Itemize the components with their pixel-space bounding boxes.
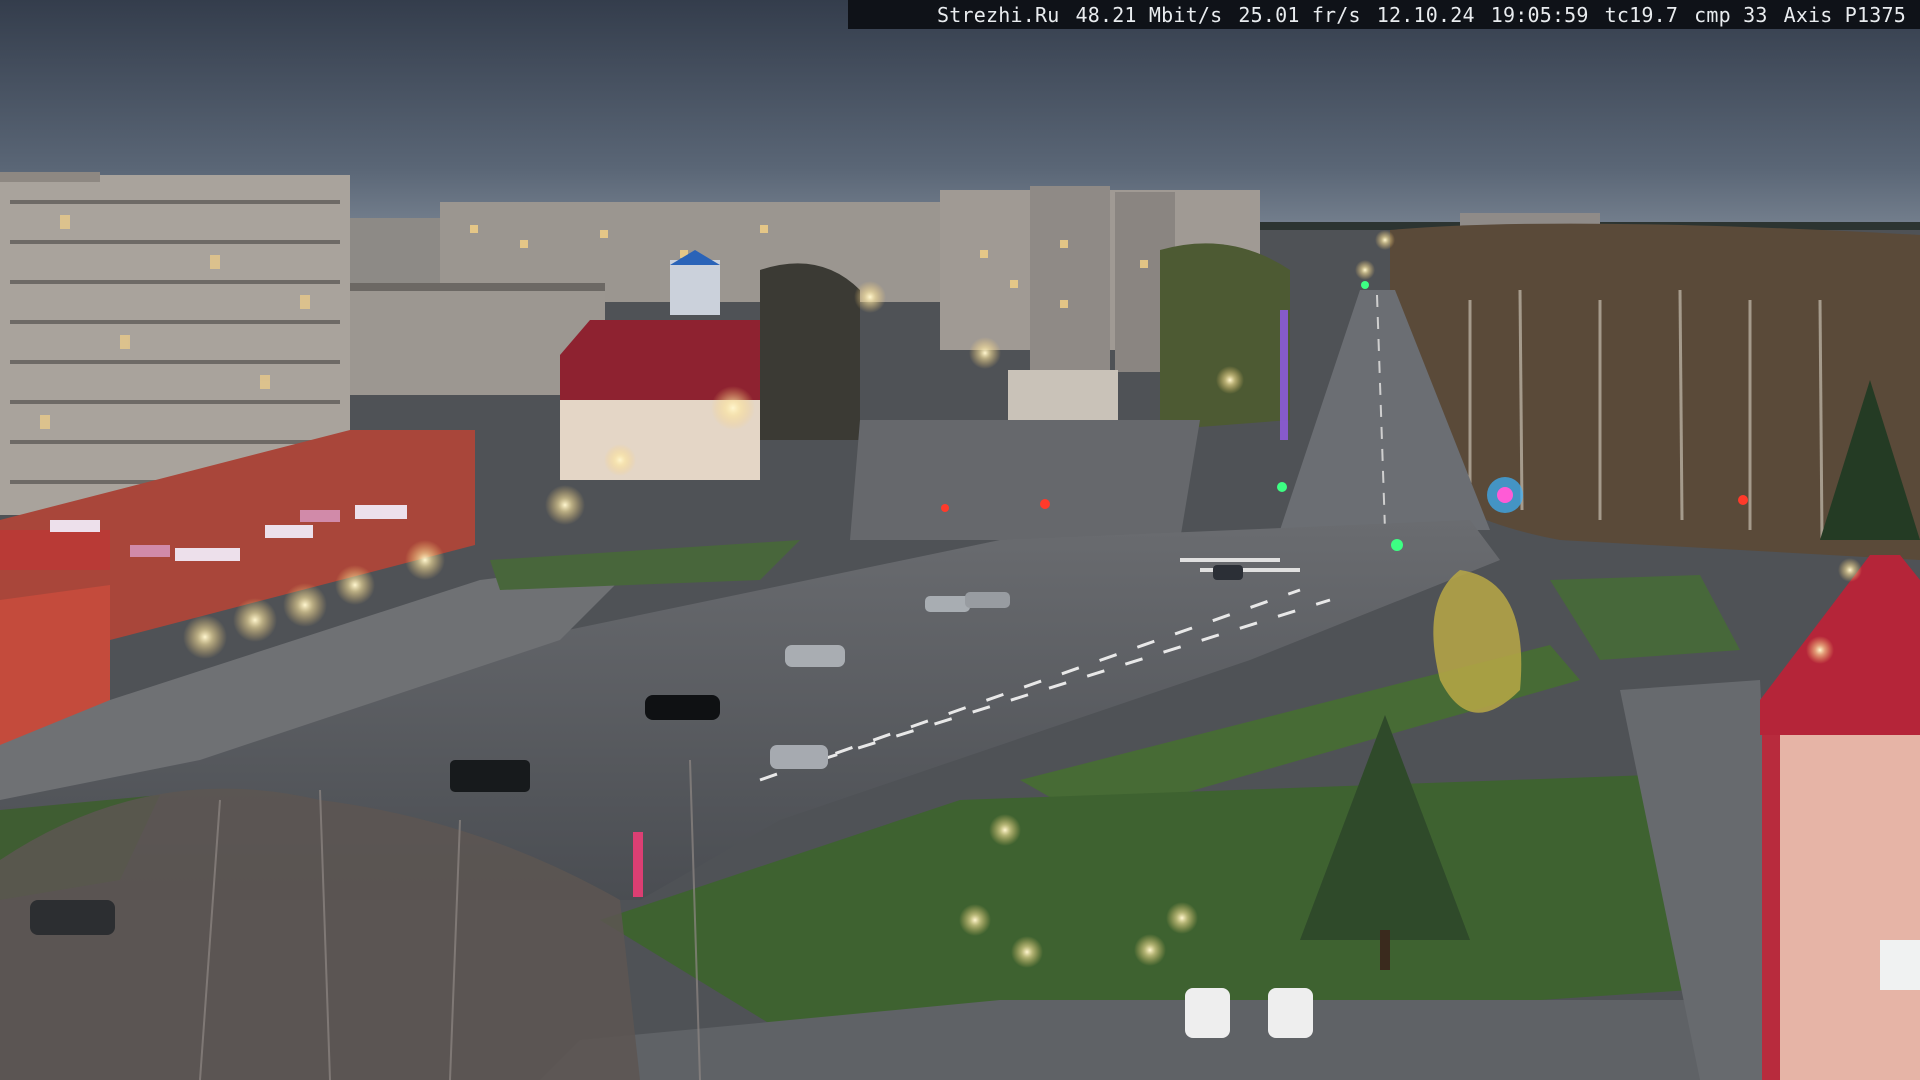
camera-model: Axis P1375 — [1783, 2, 1906, 27]
date-readout: 12.10.24 — [1376, 2, 1475, 27]
trees-center — [760, 263, 860, 440]
bitrate-readout: 48.21 Mbit/s — [1075, 2, 1223, 27]
time-readout: 19:05:59 — [1490, 2, 1589, 27]
camera-frame: Strezhi.Ru 48.21 Mbit/s 25.01 fr/s 12.10… — [0, 0, 1920, 1080]
trees-boulevard-left — [1160, 243, 1290, 430]
framerate-readout: 25.01 fr/s — [1238, 2, 1361, 27]
camera-info-overlay: Strezhi.Ru 48.21 Mbit/s 25.01 fr/s 12.10… — [848, 0, 1920, 29]
cmp-readout: cmp 33 — [1694, 2, 1768, 27]
tc-readout: tc19.7 — [1604, 2, 1679, 27]
plaza-pavilion — [1008, 370, 1118, 420]
city-street-scene — [0, 0, 1920, 1080]
plaza-square — [850, 420, 1200, 540]
site-name: Strezhi.Ru — [937, 2, 1060, 27]
